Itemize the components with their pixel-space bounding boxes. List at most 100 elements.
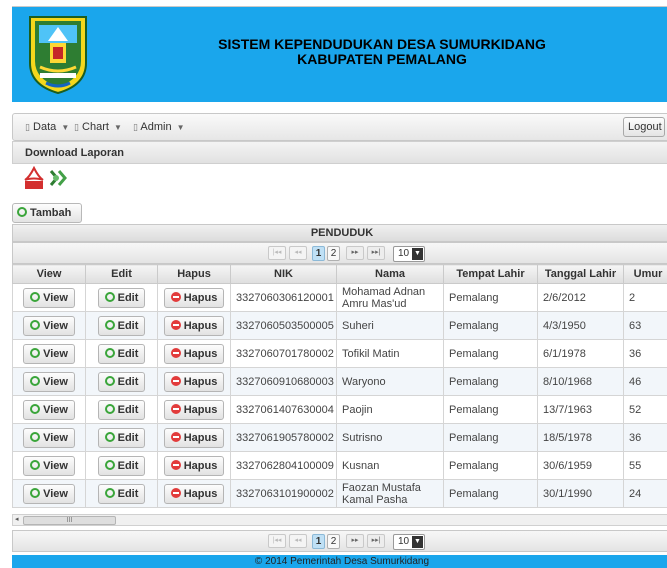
last-page-button[interactable]: ▸▸| [367,246,385,260]
edit-button[interactable]: Edit [97,287,146,308]
download-panel-title: Download Laporan [12,141,667,164]
delete-button[interactable]: Hapus [163,483,225,504]
menu-item-label: Admin [140,121,172,133]
nama-cell: Paojin [336,395,444,424]
nik-cell: 3327061905780002 [230,423,337,452]
table-row: View Edit Hapus 3327061407630004 Paojin Pemal… [12,395,667,424]
excel-icon[interactable] [48,167,70,189]
prev-page-button[interactable]: ◂◂ [289,534,307,548]
column-header-tanggal-lahir[interactable]: Tanggal Lahir [537,264,624,284]
tempat-lahir-cell: Pemalang [443,451,538,480]
menu-item-label: Chart [82,121,109,133]
edit-cell: Edit [85,339,158,368]
column-header-view[interactable]: View [12,264,86,284]
edit-button[interactable]: Edit [97,315,146,336]
footer-copyright: © 2014 Pemerintah Desa Sumurkidang [12,555,667,568]
edit-button-label: Edit [117,403,139,416]
view-button[interactable]: View [23,315,75,336]
prev-page-button[interactable]: ◂◂ [289,246,307,260]
edit-button[interactable]: Edit [97,343,146,364]
scrollbar-thumb[interactable]: III [23,516,116,525]
scroll-left-icon[interactable]: ◂ [15,515,19,525]
tanggal-lahir-cell: 4/3/1950 [537,311,624,340]
column-header-nama[interactable]: Nama [336,264,444,284]
column-header-edit[interactable]: Edit [85,264,158,284]
horizontal-scrollbar[interactable]: ◂ III ▸ [12,514,667,526]
first-page-button[interactable]: |◂◂ [268,534,286,548]
first-page-button[interactable]: |◂◂ [268,246,286,260]
plus-circle-icon [30,347,41,358]
view-button[interactable]: View [23,483,75,504]
page-number-2[interactable]: 2 [327,246,340,261]
nama-cell: Sutrisno [336,423,444,452]
column-header-hapus[interactable]: Hapus [157,264,231,284]
menu-item-data[interactable]: ▯ Data ▼ [25,121,69,133]
page-number-1[interactable]: 1 [312,246,325,261]
column-header-nik[interactable]: NIK [230,264,337,284]
plus-circle-icon [30,291,41,302]
page-number-1[interactable]: 1 [312,534,325,549]
table-header-row: View Edit Hapus NIK Nama Tempat Lahir Ta… [12,264,667,284]
rows-per-page-value: 10 [398,248,410,259]
logout-button[interactable]: Logout [623,117,665,137]
tempat-lahir-cell: Pemalang [443,339,538,368]
delete-cell: Hapus [157,451,231,480]
delete-button[interactable]: Hapus [163,315,225,336]
view-button-label: View [43,403,68,416]
umur-cell: 24 [623,479,667,508]
delete-button[interactable]: Hapus [163,455,225,476]
delete-button[interactable]: Hapus [163,427,225,448]
view-button[interactable]: View [23,427,75,448]
edit-cell: Edit [85,283,158,312]
edit-button[interactable]: Edit [97,455,146,476]
edit-cell: Edit [85,451,158,480]
umur-cell: 63 [623,311,667,340]
add-button-label: Tambah [30,207,72,219]
tempat-lahir-cell: Pemalang [443,283,538,312]
rows-per-page-select[interactable]: 10 ▼ [393,246,425,262]
view-button[interactable]: View [23,287,75,308]
delete-button[interactable]: Hapus [163,399,225,420]
title-line-1: SISTEM KEPENDUDUKAN DESA SUMURKIDANG [218,36,546,52]
column-header-umur[interactable]: Umur [623,264,667,284]
plus-circle-icon [104,291,115,302]
delete-button-label: Hapus [183,319,218,332]
edit-button-label: Edit [117,459,139,472]
edit-button[interactable]: Edit [97,399,146,420]
column-header-tempat-lahir[interactable]: Tempat Lahir [443,264,538,284]
tanggal-lahir-cell: 18/5/1978 [537,423,624,452]
edit-button[interactable]: Edit [97,483,146,504]
table-row: View Edit Hapus 3327060503500005 Suheri Pemal… [12,311,667,340]
delete-button-label: Hapus [183,459,218,472]
view-button[interactable]: View [23,343,75,364]
plus-circle-icon [30,459,41,470]
delete-button[interactable]: Hapus [163,371,225,392]
view-button[interactable]: View [23,371,75,392]
delete-button[interactable]: Hapus [163,287,225,308]
chevron-down-icon: ▼ [412,536,423,548]
add-button[interactable]: Tambah [12,203,82,223]
delete-button-label: Hapus [183,291,218,304]
document-icon: ▯ [25,122,30,132]
next-page-button[interactable]: ▸▸ [346,246,364,260]
view-button[interactable]: View [23,399,75,420]
tempat-lahir-cell: Pemalang [443,479,538,508]
pager-bottom: |◂◂ ◂◂ 1 2 ▸▸ ▸▸| 10 ▼ [12,530,667,552]
pdf-icon[interactable] [22,166,46,190]
rows-per-page-select[interactable]: 10 ▼ [393,534,425,550]
nama-cell: Waryono [336,367,444,396]
delete-button[interactable]: Hapus [163,343,225,364]
next-page-button[interactable]: ▸▸ [346,534,364,548]
page-number-2[interactable]: 2 [327,534,340,549]
view-button[interactable]: View [23,455,75,476]
tempat-lahir-cell: Pemalang [443,367,538,396]
edit-button[interactable]: Edit [97,371,146,392]
edit-button[interactable]: Edit [97,427,146,448]
last-page-button[interactable]: ▸▸| [367,534,385,548]
menu-item-admin[interactable]: ▯ Admin ▼ [133,121,185,133]
nama-cell: Tofikil Matin [336,339,444,368]
view-button-label: View [43,431,68,444]
nik-cell: 3327060701780002 [230,339,337,368]
menu-item-chart[interactable]: ▯ Chart ▼ [74,121,122,133]
edit-button-label: Edit [117,347,139,360]
